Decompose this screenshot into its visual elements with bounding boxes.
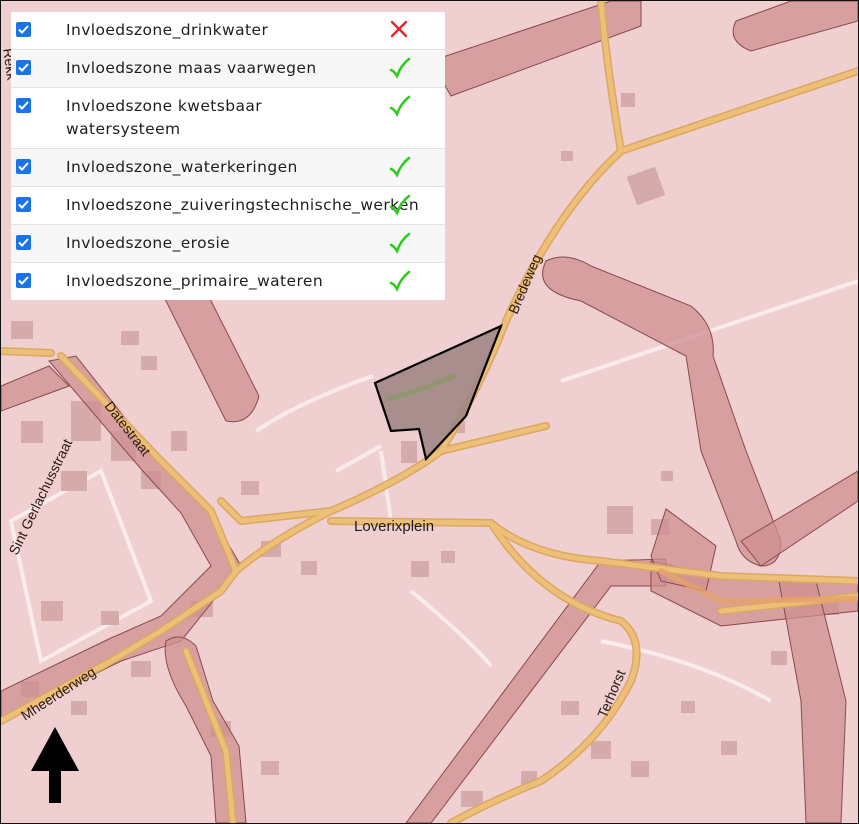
check-icon bbox=[389, 232, 411, 254]
layer-label: Invloedszone_primaire_wateren bbox=[66, 272, 324, 290]
layer-checkbox[interactable] bbox=[16, 60, 31, 75]
map-view[interactable]: Bredeweg Datestraat Sint Gerlachusstraat… bbox=[0, 0, 859, 824]
checkmark-icon bbox=[18, 101, 29, 110]
checkmark-icon bbox=[18, 276, 29, 285]
check-icon bbox=[389, 194, 411, 216]
checkmark-icon bbox=[18, 25, 29, 34]
layer-label: Invloedszone_waterkeringen bbox=[66, 158, 298, 176]
layer-checkbox[interactable] bbox=[16, 22, 31, 37]
legend-row-zuiveringstechnische-werken[interactable]: Invloedszone_zuiveringstechnische_werken bbox=[11, 187, 445, 225]
legend-row-erosie[interactable]: Invloedszone_erosie bbox=[11, 225, 445, 263]
layer-legend: Invloedszone_drinkwater Invloedszone maa… bbox=[11, 12, 445, 300]
cross-icon bbox=[389, 19, 411, 41]
legend-row-drinkwater[interactable]: Invloedszone_drinkwater bbox=[11, 12, 445, 50]
check-icon bbox=[389, 95, 411, 117]
layer-checkbox[interactable] bbox=[16, 235, 31, 250]
legend-row-maas-vaarwegen[interactable]: Invloedszone maas vaarwegen bbox=[11, 50, 445, 88]
legend-row-kwetsbaar-watersysteem[interactable]: Invloedszone kwetsbaar watersysteem bbox=[11, 88, 445, 149]
layer-label: Invloedszone_erosie bbox=[66, 234, 231, 252]
checkmark-icon bbox=[18, 200, 29, 209]
checkmark-icon bbox=[18, 238, 29, 247]
layer-checkbox[interactable] bbox=[16, 98, 31, 113]
layer-label: Invloedszone maas vaarwegen bbox=[66, 59, 317, 77]
legend-row-primaire-wateren[interactable]: Invloedszone_primaire_wateren bbox=[11, 263, 445, 300]
layer-label: Invloedszone_zuiveringstechnische_werken bbox=[66, 196, 420, 214]
check-icon bbox=[389, 156, 411, 178]
north-arrow-icon bbox=[31, 727, 79, 803]
legend-row-waterkeringen[interactable]: Invloedszone_waterkeringen bbox=[11, 149, 445, 187]
label-loverixplein: Loverixplein bbox=[354, 518, 434, 535]
layer-checkbox[interactable] bbox=[16, 197, 31, 212]
check-icon bbox=[389, 57, 411, 79]
checkmark-icon bbox=[18, 63, 29, 72]
layer-checkbox[interactable] bbox=[16, 273, 31, 288]
layer-label: Invloedszone_drinkwater bbox=[66, 21, 269, 39]
layer-label: Invloedszone kwetsbaar watersysteem bbox=[66, 97, 263, 138]
layer-checkbox[interactable] bbox=[16, 159, 31, 174]
checkmark-icon bbox=[18, 162, 29, 171]
check-icon bbox=[389, 270, 411, 292]
